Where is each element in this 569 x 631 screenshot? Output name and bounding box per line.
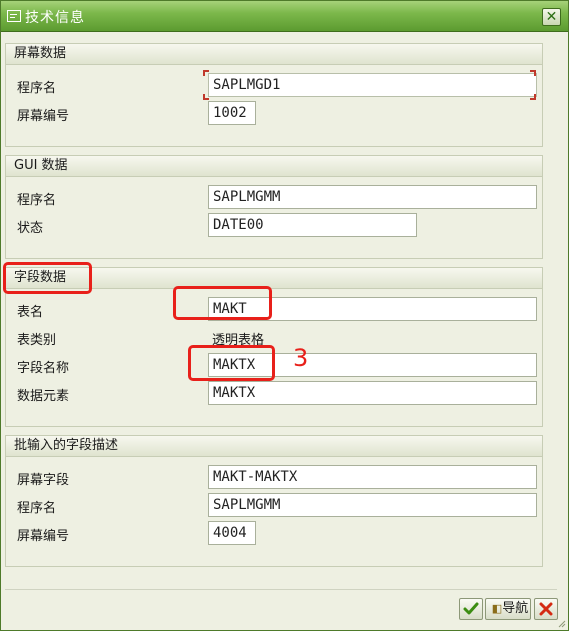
focus-corner-br bbox=[530, 94, 536, 100]
group-header: GUI 数据 bbox=[6, 156, 542, 177]
highlight-box-section bbox=[3, 262, 92, 294]
dialog-titlebar[interactable]: 技术信息 ✕ bbox=[1, 1, 568, 32]
field-label: 屏幕字段 bbox=[17, 473, 70, 488]
form-row: 程序名 SAPLMGD1 bbox=[6, 70, 542, 100]
checkmark-icon bbox=[463, 602, 479, 615]
field-label: 数据元素 bbox=[17, 389, 70, 404]
cancel-button[interactable] bbox=[534, 598, 558, 620]
gui-program-field[interactable]: SAPLMGMM bbox=[208, 185, 537, 209]
focus-corner-bl bbox=[203, 94, 209, 100]
close-button[interactable]: ✕ bbox=[542, 8, 561, 26]
field-label: 状态 bbox=[17, 221, 44, 236]
batch-screen-number-field[interactable]: 4004 bbox=[208, 521, 256, 545]
form-row: 数据元素 MAKTX bbox=[6, 381, 542, 405]
highlight-box-field-name bbox=[188, 345, 275, 381]
form-row: 状态 DATE00 bbox=[6, 213, 542, 237]
group-screen-data: 屏幕数据 程序名 SAPLMGD1 屏幕编号 1002 bbox=[5, 43, 543, 147]
form-row: 表名 MAKT bbox=[6, 297, 542, 321]
group-header: 屏幕数据 bbox=[6, 44, 542, 65]
group-header: 批输入的字段描述 bbox=[6, 436, 542, 457]
form-row: 屏幕编号 1002 bbox=[6, 101, 542, 125]
field-label: 表类别 bbox=[17, 333, 57, 348]
form-row: 表类别 透明表格 bbox=[6, 325, 542, 349]
screen-number-field[interactable]: 1002 bbox=[208, 101, 256, 125]
batch-screen-field[interactable]: MAKT-MAKTX bbox=[208, 465, 537, 489]
field-label: 屏幕编号 bbox=[17, 109, 70, 124]
close-icon: ✕ bbox=[545, 9, 558, 25]
focus-corner-tl bbox=[203, 70, 209, 76]
technical-info-dialog: 技术信息 ✕ 屏幕数据 程序名 SAPLMGD1 屏幕编号 1002 GUI 数… bbox=[0, 0, 569, 631]
batch-program-field[interactable]: SAPLMGMM bbox=[208, 493, 537, 517]
form-row: 屏幕编号 4004 bbox=[6, 521, 542, 545]
dialog-info-icon bbox=[7, 10, 21, 22]
group-batch-input: 批输入的字段描述 屏幕字段 MAKT-MAKTX 程序名 SAPLMGMM 屏幕… bbox=[5, 435, 543, 567]
confirm-button[interactable] bbox=[459, 598, 483, 620]
group-gui-data: GUI 数据 程序名 SAPLMGMM 状态 DATE00 bbox=[5, 155, 543, 259]
resize-grip-icon[interactable] bbox=[556, 618, 566, 628]
navigate-button[interactable]: ◧导航 bbox=[485, 598, 531, 620]
highlight-box-table-name bbox=[173, 286, 272, 320]
field-label: 程序名 bbox=[17, 81, 57, 96]
gui-status-field[interactable]: DATE00 bbox=[208, 213, 417, 237]
cancel-x-icon bbox=[539, 602, 553, 616]
data-element-field[interactable]: MAKTX bbox=[208, 381, 537, 405]
focus-corner-tr bbox=[530, 70, 536, 76]
form-row: 程序名 SAPLMGMM bbox=[6, 185, 542, 209]
navigation-icon: ◧ bbox=[491, 602, 503, 615]
field-label: 程序名 bbox=[17, 501, 57, 516]
annotation-number: 3 bbox=[293, 344, 309, 372]
field-label: 屏幕编号 bbox=[17, 529, 70, 544]
form-row: 屏幕字段 MAKT-MAKTX bbox=[6, 465, 542, 489]
navigate-button-label: 导航 bbox=[502, 601, 529, 616]
field-label: 程序名 bbox=[17, 193, 57, 208]
field-label: 表名 bbox=[17, 305, 44, 320]
form-row: 程序名 SAPLMGMM bbox=[6, 493, 542, 517]
dialog-title: 技术信息 bbox=[25, 10, 85, 26]
field-label: 字段名称 bbox=[17, 361, 70, 376]
footer-divider bbox=[5, 589, 557, 590]
program-name-field[interactable]: SAPLMGD1 bbox=[208, 73, 537, 97]
